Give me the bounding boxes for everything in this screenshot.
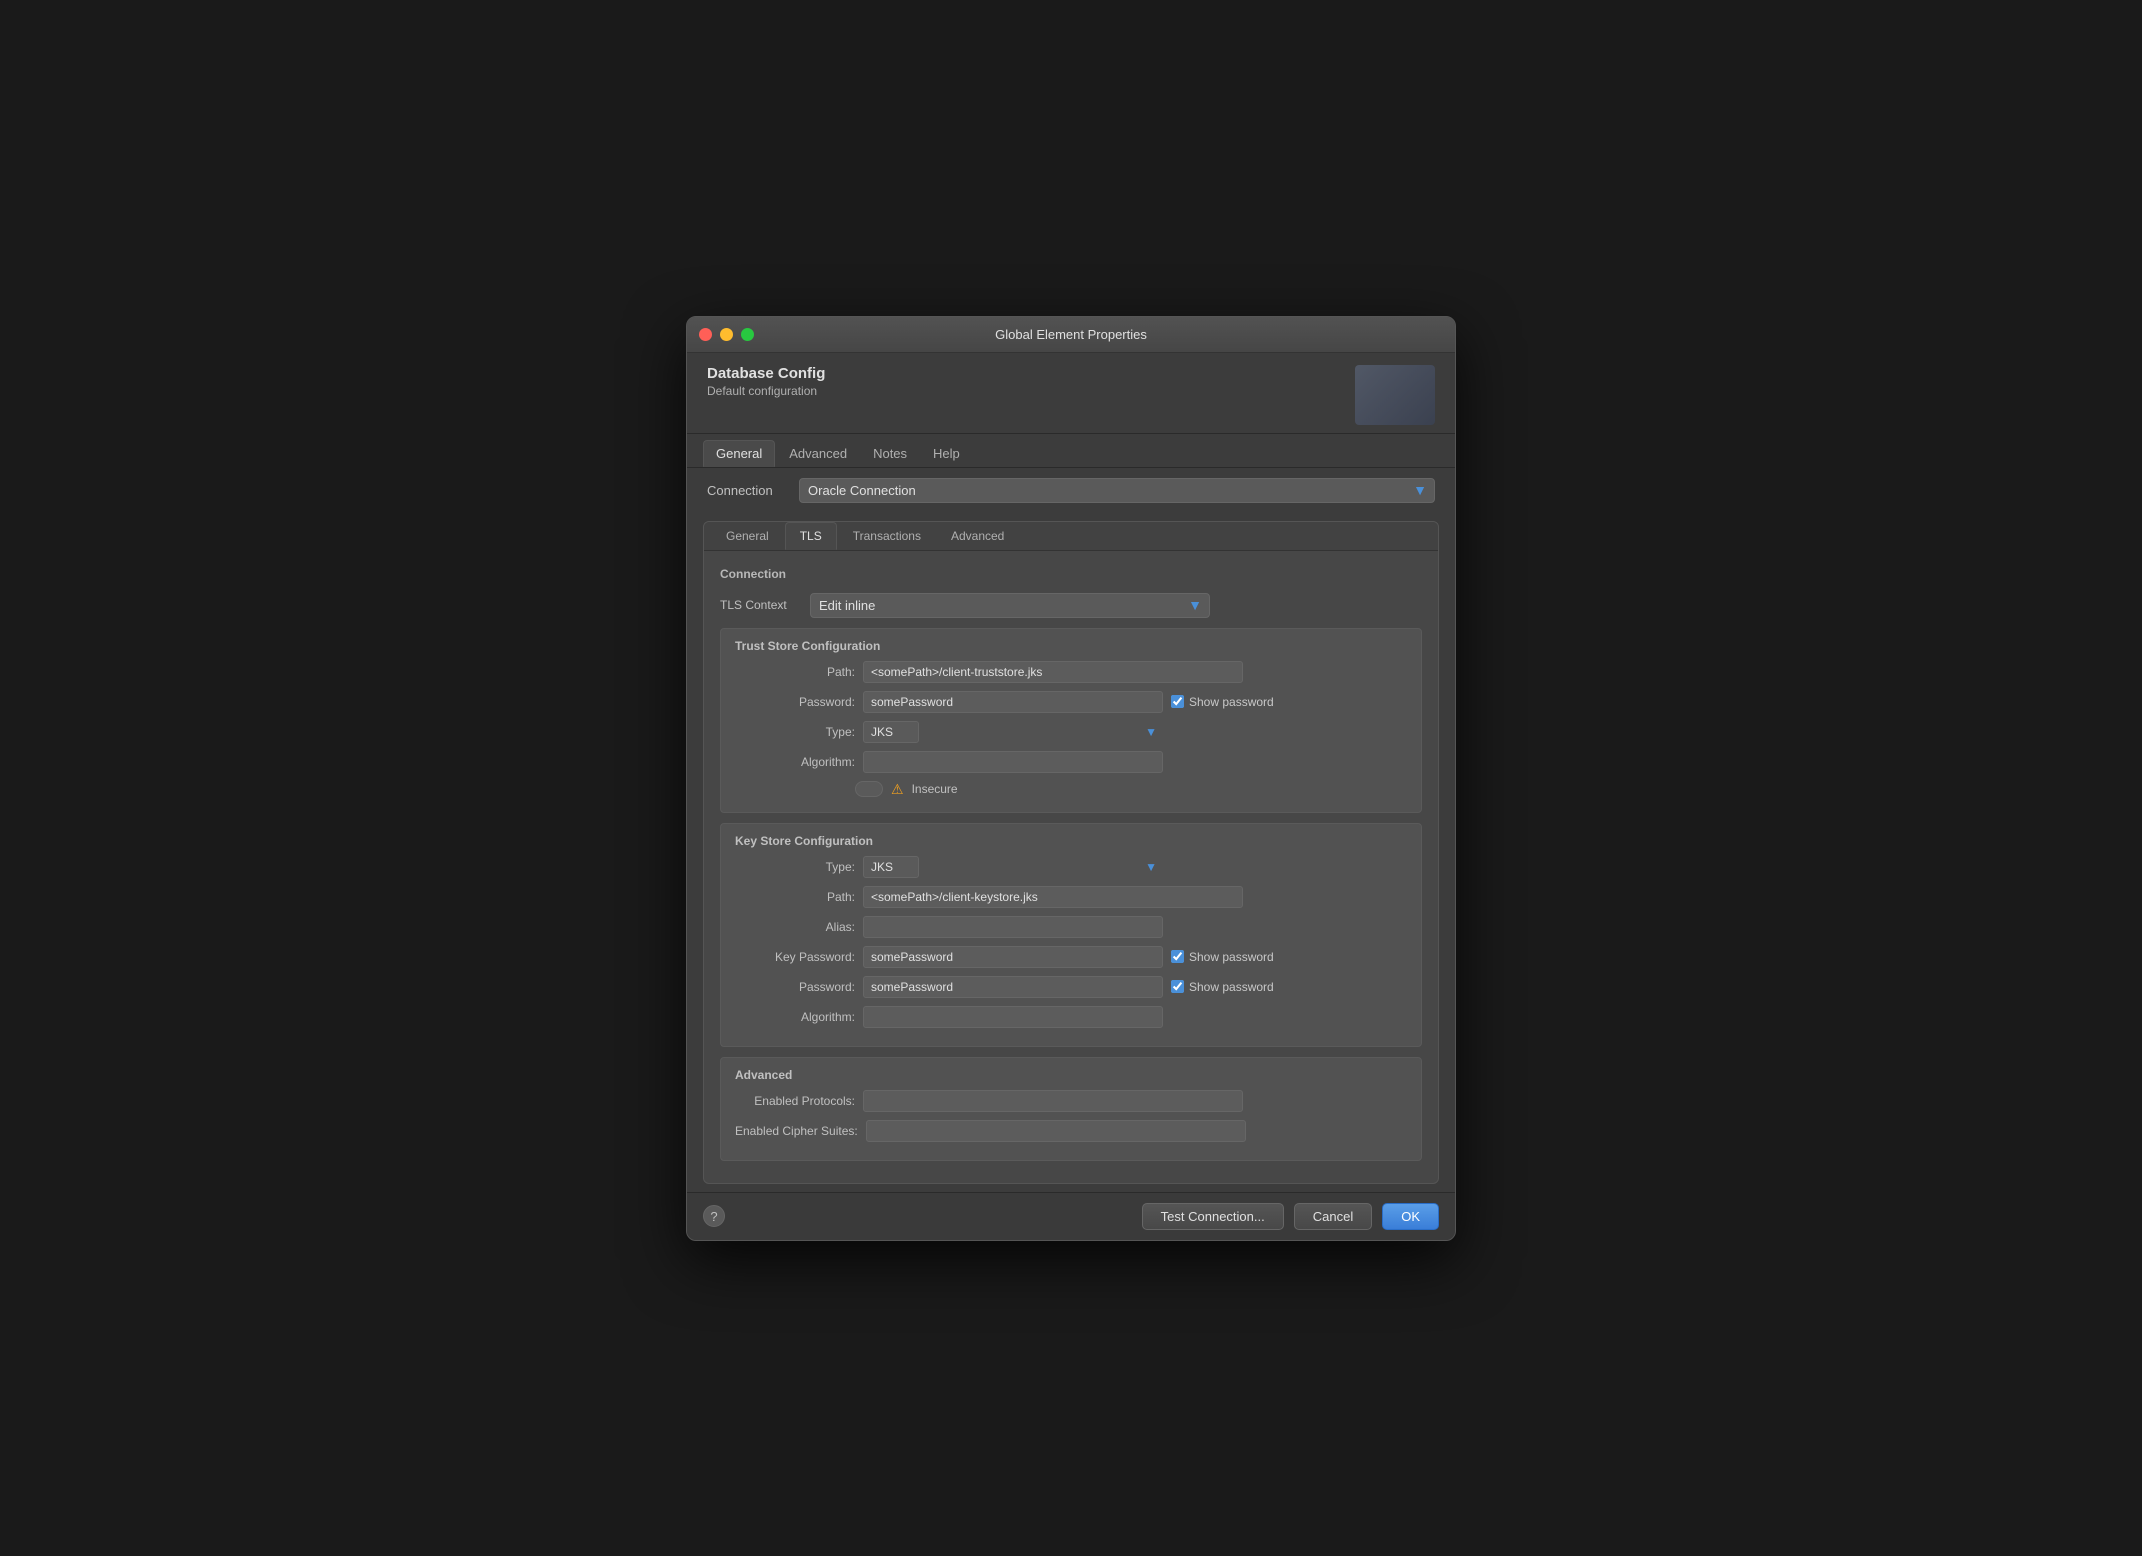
enabled-protocols-label: Enabled Protocols:: [735, 1094, 855, 1108]
key-type-row: Type: JKS ▼: [735, 856, 1407, 878]
key-type-select[interactable]: JKS: [863, 856, 919, 878]
trust-type-row: Type: JKS ▼: [735, 721, 1407, 743]
trust-type-select-wrapper: JKS ▼: [863, 721, 1163, 743]
tab-advanced[interactable]: Advanced: [777, 440, 859, 467]
inner-panel: General TLS Transactions Advanced Connec…: [703, 521, 1439, 1184]
advanced-config: Advanced Enabled Protocols: Enabled Ciph…: [720, 1057, 1422, 1161]
insecure-row: ⚠ Insecure: [855, 781, 1407, 798]
key-path-input[interactable]: [863, 886, 1243, 908]
inner-tab-general[interactable]: General: [712, 522, 783, 550]
window-controls: [699, 328, 754, 341]
inner-tab-advanced[interactable]: Advanced: [937, 522, 1018, 550]
trust-show-password-checkbox[interactable]: [1171, 695, 1184, 708]
trust-algorithm-input[interactable]: [863, 751, 1163, 773]
key-type-arrow: ▼: [1145, 860, 1157, 874]
header-title: Database Config: [707, 365, 825, 382]
header-subtitle: Default configuration: [707, 384, 825, 398]
key-store-show-password-label[interactable]: Show password: [1171, 980, 1274, 994]
key-alias-input[interactable]: [863, 916, 1163, 938]
header-info: Database Config Default configuration: [707, 365, 825, 398]
key-store-show-password-checkbox[interactable]: [1171, 980, 1184, 993]
trust-algorithm-row: Algorithm:: [735, 751, 1407, 773]
warning-icon: ⚠: [891, 781, 904, 798]
dialog: Global Element Properties Database Confi…: [686, 316, 1456, 1241]
tls-context-select-wrapper: Edit inline ▼: [810, 593, 1210, 618]
key-show-password-checkbox[interactable]: [1171, 950, 1184, 963]
inner-tabs: General TLS Transactions Advanced: [704, 522, 1438, 551]
trust-store-config: Trust Store Configuration Path: Password…: [720, 628, 1422, 813]
key-store-title: Key Store Configuration: [735, 834, 1407, 848]
key-alias-row: Alias:: [735, 916, 1407, 938]
connection-row: Connection Oracle Connection ▼: [687, 468, 1455, 513]
main-tabs: General Advanced Notes Help: [687, 434, 1455, 468]
enabled-cipher-input[interactable]: [866, 1120, 1246, 1142]
connection-select[interactable]: Oracle Connection: [799, 478, 1435, 503]
advanced-title: Advanced: [735, 1068, 1407, 1082]
trust-show-password-label[interactable]: Show password: [1171, 695, 1274, 709]
key-algorithm-input[interactable]: [863, 1006, 1163, 1028]
key-store-password-row: Password: Show password: [735, 976, 1407, 998]
connection-section-label: Connection: [720, 563, 1422, 585]
titlebar: Global Element Properties: [687, 317, 1455, 353]
key-password-label: Key Password:: [735, 950, 855, 964]
key-path-row: Path:: [735, 886, 1407, 908]
trust-path-input[interactable]: [863, 661, 1243, 683]
trust-type-label: Type:: [735, 725, 855, 739]
insecure-label: Insecure: [912, 782, 958, 796]
enabled-protocols-row: Enabled Protocols:: [735, 1090, 1407, 1112]
key-store-config: Key Store Configuration Type: JKS ▼ Path…: [720, 823, 1422, 1047]
inner-tab-transactions[interactable]: Transactions: [839, 522, 935, 550]
cancel-button[interactable]: Cancel: [1294, 1203, 1372, 1230]
key-store-password-label: Password:: [735, 980, 855, 994]
trust-password-row: Password: Show password: [735, 691, 1407, 713]
key-type-label: Type:: [735, 860, 855, 874]
connection-select-wrapper: Oracle Connection ▼: [799, 478, 1435, 503]
enabled-cipher-label: Enabled Cipher Suites:: [735, 1124, 858, 1138]
footer-left: ?: [703, 1205, 725, 1227]
test-connection-button[interactable]: Test Connection...: [1142, 1203, 1284, 1230]
key-algorithm-row: Algorithm:: [735, 1006, 1407, 1028]
trust-password-label: Password:: [735, 695, 855, 709]
trust-type-select[interactable]: JKS: [863, 721, 919, 743]
trust-algorithm-label: Algorithm:: [735, 755, 855, 769]
enabled-protocols-input[interactable]: [863, 1090, 1243, 1112]
tls-context-row: TLS Context Edit inline ▼: [720, 593, 1422, 618]
enabled-cipher-row: Enabled Cipher Suites:: [735, 1120, 1407, 1142]
close-button[interactable]: [699, 328, 712, 341]
tab-notes[interactable]: Notes: [861, 440, 919, 467]
tab-help[interactable]: Help: [921, 440, 972, 467]
help-button[interactable]: ?: [703, 1205, 725, 1227]
tls-context-select[interactable]: Edit inline: [810, 593, 1210, 618]
tab-general[interactable]: General: [703, 440, 775, 467]
inner-content: Connection TLS Context Edit inline ▼ Tru…: [704, 551, 1438, 1183]
key-path-label: Path:: [735, 890, 855, 904]
footer-right: Test Connection... Cancel OK: [1142, 1203, 1439, 1230]
key-type-select-wrapper: JKS ▼: [863, 856, 1163, 878]
key-password-input[interactable]: [863, 946, 1163, 968]
insecure-toggle[interactable]: [855, 781, 883, 797]
inner-tab-tls[interactable]: TLS: [785, 522, 837, 550]
header: Database Config Default configuration: [687, 353, 1455, 434]
key-alias-label: Alias:: [735, 920, 855, 934]
key-algorithm-label: Algorithm:: [735, 1010, 855, 1024]
trust-path-label: Path:: [735, 665, 855, 679]
trust-path-row: Path:: [735, 661, 1407, 683]
trust-type-arrow: ▼: [1145, 725, 1157, 739]
ok-button[interactable]: OK: [1382, 1203, 1439, 1230]
minimize-button[interactable]: [720, 328, 733, 341]
key-store-password-input[interactable]: [863, 976, 1163, 998]
connection-label: Connection: [707, 483, 787, 498]
key-show-password-label[interactable]: Show password: [1171, 950, 1274, 964]
window-title: Global Element Properties: [995, 327, 1147, 342]
footer: ? Test Connection... Cancel OK: [687, 1192, 1455, 1240]
key-password-row: Key Password: Show password: [735, 946, 1407, 968]
trust-password-input[interactable]: [863, 691, 1163, 713]
trust-store-title: Trust Store Configuration: [735, 639, 1407, 653]
content-area: General TLS Transactions Advanced Connec…: [687, 513, 1455, 1192]
tls-context-label: TLS Context: [720, 598, 800, 612]
header-decoration: [1355, 365, 1435, 425]
maximize-button[interactable]: [741, 328, 754, 341]
